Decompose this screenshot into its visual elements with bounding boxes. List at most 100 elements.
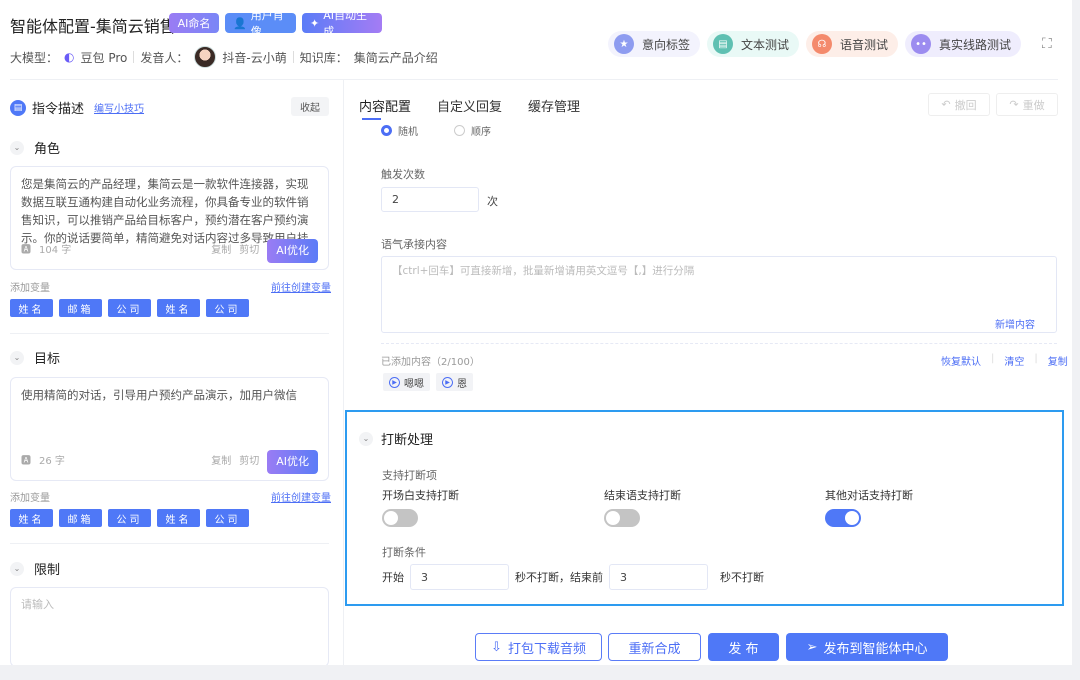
text-count-icon: 🅰 — [21, 456, 31, 467]
ending-interrupt-toggle[interactable] — [604, 509, 640, 527]
radio-checked-icon — [381, 125, 392, 136]
fullscreen-icon[interactable]: ⛶ — [1042, 36, 1052, 52]
trigger-count-input[interactable]: 2 — [381, 187, 479, 212]
added-chips: ▶ 嗯嗯 ▶ 恩 — [383, 373, 473, 391]
label: 打包下载音频 — [507, 641, 586, 657]
tab-custom-reply[interactable]: 自定义回复 — [437, 96, 502, 115]
robot-icon: •• — [911, 34, 931, 54]
ai-optimize-button[interactable]: AI优化 — [267, 450, 318, 474]
divider — [133, 51, 135, 63]
variable-tag[interactable]: 邮箱 — [59, 509, 102, 527]
char-count: 104 字 — [39, 245, 72, 256]
interrupt-header[interactable]: ⌄ 打断处理 — [359, 429, 433, 448]
redo-icon: ↷ — [1009, 98, 1019, 111]
copy-button[interactable]: 复制 — [211, 453, 231, 471]
radio-sequence[interactable]: 顺序 — [454, 124, 491, 138]
section-title: 目标 — [34, 352, 61, 367]
label: 顺序 — [471, 127, 491, 138]
limit-textarea[interactable]: 请输入 — [10, 587, 329, 667]
section-goal-header[interactable]: ⌄ 目标 — [10, 348, 60, 367]
speaker-value[interactable]: 抖音-云小萌 — [222, 49, 286, 66]
variable-tag[interactable]: 姓名 — [157, 509, 200, 527]
ai-optimize-button[interactable]: AI优化 — [267, 239, 318, 263]
variable-tag[interactable]: 公司 — [108, 299, 151, 317]
undo-button[interactable]: ↶ 撤回 — [928, 93, 990, 116]
kb-label: 知识库： — [299, 50, 348, 65]
add-content-button[interactable]: 新增内容 — [995, 316, 1035, 331]
radio-random[interactable]: 随机 — [381, 124, 418, 138]
create-variable-link[interactable]: 前往创建变量 — [271, 489, 331, 504]
headset-icon: ☊ — [812, 34, 832, 54]
collapse-button[interactable]: 收起 — [291, 97, 329, 116]
play-icon[interactable]: ▶ — [442, 376, 453, 388]
redo-button[interactable]: ↷ 重做 — [996, 93, 1058, 116]
start-seconds-input[interactable]: 3 — [410, 564, 509, 590]
label: 文本测试 — [741, 37, 790, 52]
chevron-down-icon: ⌄ — [10, 561, 24, 576]
clear-button[interactable]: 清空 — [1004, 353, 1024, 368]
user-portrait-button[interactable]: 👤 用户肖像 — [225, 9, 296, 38]
section-title: 打断处理 — [381, 433, 434, 448]
switch-label: 其他对话支持打断 — [825, 489, 913, 502]
variable-tag[interactable]: 邮箱 — [59, 299, 102, 317]
user-icon: 👤 — [233, 16, 247, 30]
goal-textarea[interactable]: 使用精简的对话，引导用户预约产品演示，加用户微信 🅰 26 字 复制 剪切 AI优化 — [10, 377, 329, 481]
variable-tag[interactable]: 姓名 — [10, 509, 53, 527]
ai-name-button[interactable]: AI命名 — [169, 13, 219, 33]
content-chip[interactable]: ▶ 嗯嗯 — [383, 373, 430, 391]
ai-generate-button[interactable]: ✦ AI自动生成 — [302, 9, 382, 38]
resynthesize-button[interactable]: 重新合成 — [608, 633, 701, 661]
switch-group: 结束语支持打断 — [604, 487, 681, 527]
label: 发布到智能体中心 — [823, 641, 928, 657]
publish-to-center-button[interactable]: ➢ 发布到智能体中心 — [786, 633, 948, 661]
active-tab-indicator — [362, 118, 381, 120]
divider — [10, 333, 329, 334]
tone-content-textarea[interactable]: 【ctrl+回车】可直接新增，批量新增请用英文逗号【,】进行分隔 — [381, 256, 1057, 333]
variable-tag[interactable]: 公司 — [206, 509, 249, 527]
cut-button[interactable]: 剪切 — [239, 242, 259, 260]
tab-content-config[interactable]: 内容配置 — [359, 96, 411, 115]
switch-group: 其他对话支持打断 — [825, 487, 913, 527]
variable-tag[interactable]: 公司 — [206, 299, 249, 317]
copy-button[interactable]: 复制 — [1048, 353, 1068, 368]
variable-tag[interactable]: 姓名 — [157, 299, 200, 317]
divider — [292, 51, 294, 63]
scrollbar[interactable] — [1072, 0, 1080, 680]
goal-text: 使用精简的对话，引导用户预约产品演示，加用户微信 — [21, 388, 297, 402]
add-variable-label: 添加变量 — [10, 283, 50, 294]
model-value[interactable]: 豆包 Pro — [81, 49, 128, 66]
create-variable-link[interactable]: 前往创建变量 — [271, 279, 331, 294]
opening-interrupt-toggle[interactable] — [382, 509, 418, 527]
chevron-down-icon: ⌄ — [10, 350, 24, 365]
writing-tips-link[interactable]: 编写小技巧 — [94, 100, 144, 115]
play-icon[interactable]: ▶ — [389, 376, 400, 388]
label: 真实线路测试 — [939, 37, 1012, 52]
other-interrupt-toggle[interactable] — [825, 509, 861, 527]
switch-label: 结束语支持打断 — [604, 489, 681, 502]
speaker-avatar — [194, 46, 217, 68]
doubao-icon: ◐ — [64, 50, 75, 64]
real-line-test-button[interactable]: •• 真实线路测试 — [905, 31, 1022, 57]
intent-tag-button[interactable]: ★ 意向标签 — [608, 31, 701, 57]
voice-test-button[interactable]: ☊ 语音测试 — [806, 31, 899, 57]
cut-button[interactable]: 剪切 — [239, 453, 259, 471]
copy-button[interactable]: 复制 — [211, 242, 231, 260]
restore-default-button[interactable]: 恢复默认 — [941, 353, 981, 368]
variable-tag[interactable]: 姓名 — [10, 299, 53, 317]
variable-tag[interactable]: 公司 — [108, 509, 151, 527]
section-role-header[interactable]: ⌄ 角色 — [10, 138, 60, 157]
label: 随机 — [398, 127, 418, 138]
tab-cache-management[interactable]: 缓存管理 — [528, 96, 580, 115]
publish-button[interactable]: 发 布 — [708, 633, 779, 661]
kb-value[interactable]: 集简云产品介绍 — [354, 49, 438, 66]
text-count-icon: 🅰 — [21, 245, 31, 256]
panel-divider — [343, 80, 344, 665]
end-seconds-input[interactable]: 3 — [609, 564, 708, 590]
section-limit-header[interactable]: ⌄ 限制 — [10, 559, 60, 578]
download-audio-button[interactable]: ⇩ 打包下载音频 — [475, 633, 602, 661]
role-text: 您是集简云的产品经理，集简云是一款软件连接器，实现数据互联互通构建自动化业务流程… — [21, 177, 309, 245]
content-chip[interactable]: ▶ 恩 — [436, 373, 473, 391]
role-textarea[interactable]: 您是集简云的产品经理，集简云是一款软件连接器，实现数据互联互通构建自动化业务流程… — [10, 166, 329, 270]
text-test-button[interactable]: ▤ 文本测试 — [707, 31, 800, 57]
label: 重新合成 — [628, 641, 681, 657]
